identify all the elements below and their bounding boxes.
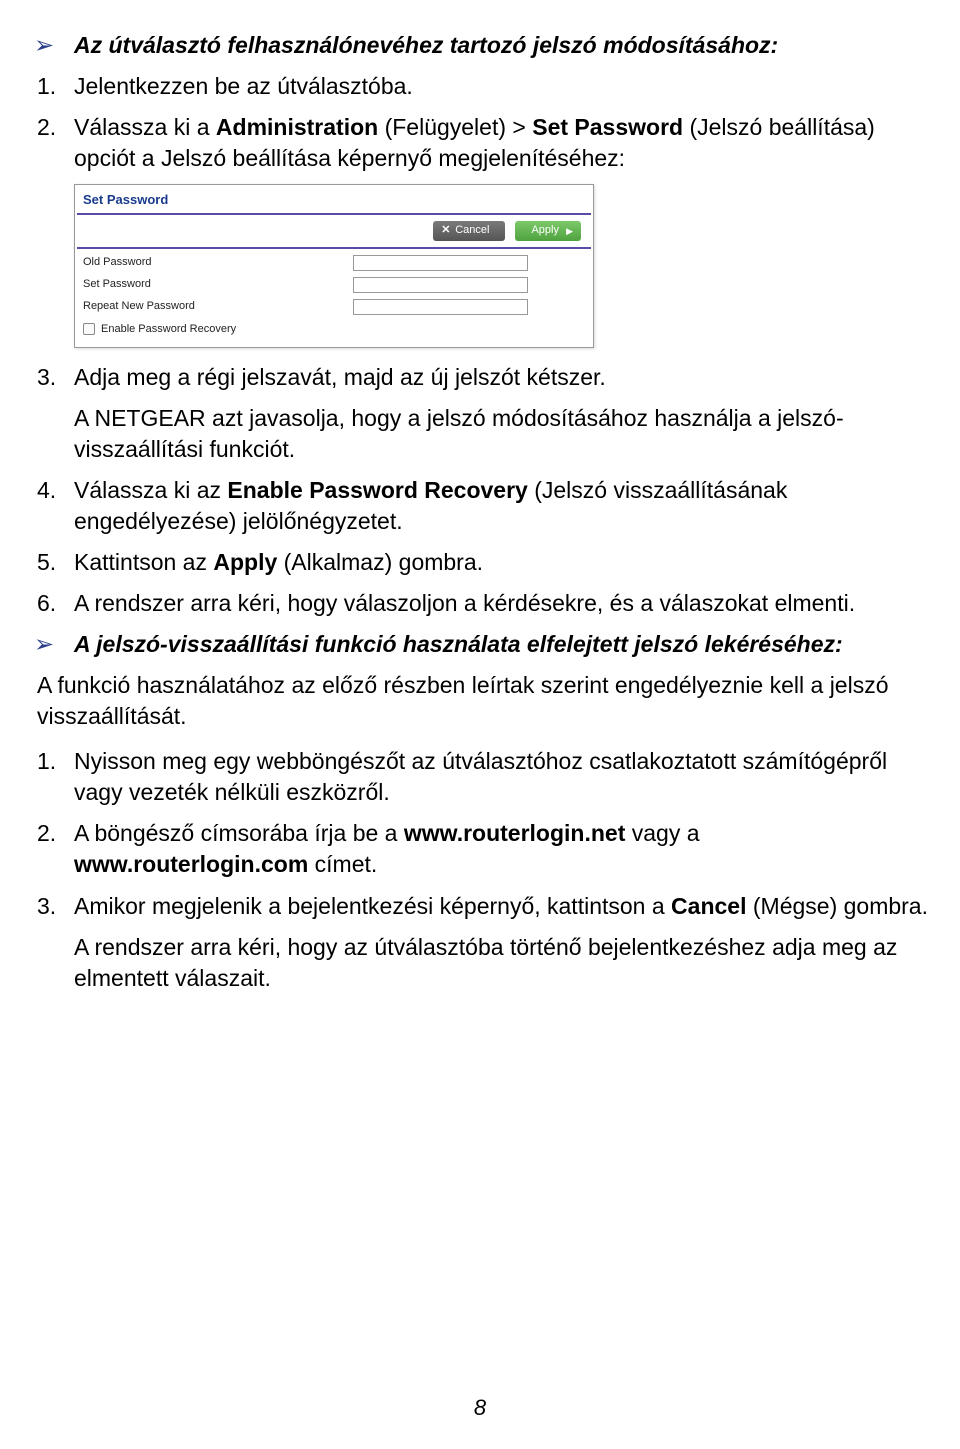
list-text: Válassza ki a Administration (Felügyelet… bbox=[74, 112, 940, 174]
set-password-screenshot: Set Password ✕ Cancel Apply ▶ Old Passwo… bbox=[74, 184, 594, 347]
list-number: 5. bbox=[37, 547, 74, 578]
chevron-right-icon: ➢ bbox=[34, 629, 74, 660]
panel-title: Set Password bbox=[75, 185, 593, 213]
checkbox-label: Enable Password Recovery bbox=[101, 322, 236, 337]
cancel-button[interactable]: ✕ Cancel bbox=[433, 221, 505, 241]
close-icon: ✕ bbox=[441, 223, 450, 238]
list-item: 1. Jelentkezzen be az útválasztóba. bbox=[34, 71, 940, 102]
list-number: 6. bbox=[37, 588, 74, 619]
list-text: Jelentkezzen be az útválasztóba. bbox=[74, 71, 940, 102]
list-number: 2. bbox=[37, 818, 74, 880]
list-text: Nyisson meg egy webböngészőt az útválasz… bbox=[74, 746, 940, 808]
list-item: 3. Amikor megjelenik a bejelentkezési ké… bbox=[34, 891, 940, 994]
repeat-password-input[interactable] bbox=[353, 299, 528, 315]
list-number: 3. bbox=[37, 362, 74, 465]
list-item: 2. Válassza ki a Administration (Felügye… bbox=[34, 112, 940, 174]
list-item: 2. A böngésző címsorába írja be a www.ro… bbox=[34, 818, 940, 880]
list-text: Válassza ki az Enable Password Recovery … bbox=[74, 475, 940, 537]
list-number: 1. bbox=[37, 746, 74, 808]
list-number: 1. bbox=[37, 71, 74, 102]
form-body: Old Password Set Password Repeat New Pas… bbox=[75, 249, 593, 347]
list-text: A böngésző címsorába írja be a www.route… bbox=[74, 818, 940, 880]
list-item: 3. Adja meg a régi jelszavát, majd az új… bbox=[34, 362, 940, 465]
checkbox-row: Enable Password Recovery bbox=[83, 322, 585, 337]
paragraph: A funkció használatához az előző részben… bbox=[37, 670, 940, 732]
list-text: A rendszer arra kéri, hogy válaszoljon a… bbox=[74, 588, 940, 619]
list-subtext: A NETGEAR azt javasolja, hogy a jelszó m… bbox=[74, 403, 940, 465]
page-number: 8 bbox=[0, 1393, 960, 1423]
enable-recovery-checkbox[interactable] bbox=[83, 323, 95, 335]
set-password-input[interactable] bbox=[353, 277, 528, 293]
list-item: 4. Válassza ki az Enable Password Recove… bbox=[34, 475, 940, 537]
chevron-right-icon: ➢ bbox=[34, 30, 74, 61]
section-heading: ➢ A jelszó-visszaállítási funkció haszná… bbox=[34, 629, 940, 660]
list-number: 3. bbox=[37, 891, 74, 994]
form-row: Set Password bbox=[83, 274, 585, 296]
list-text: Kattintson az Apply (Alkalmaz) gombra. bbox=[74, 547, 940, 578]
list-item: 6. A rendszer arra kéri, hogy válaszoljo… bbox=[34, 588, 940, 619]
apply-button[interactable]: Apply ▶ bbox=[515, 221, 581, 241]
list-item: 5. Kattintson az Apply (Alkalmaz) gombra… bbox=[34, 547, 940, 578]
list-text: Adja meg a régi jelszavát, majd az új je… bbox=[74, 362, 940, 465]
old-password-input[interactable] bbox=[353, 255, 528, 271]
list-item: 1. Nyisson meg egy webböngészőt az útvál… bbox=[34, 746, 940, 808]
section-heading-text: A jelszó-visszaállítási funkció használa… bbox=[74, 629, 940, 660]
field-label: Old Password bbox=[83, 255, 353, 270]
list-number: 2. bbox=[37, 112, 74, 174]
form-row: Repeat New Password bbox=[83, 296, 585, 318]
button-row: ✕ Cancel Apply ▶ bbox=[75, 215, 593, 247]
section-heading: ➢ Az útválasztó felhasználónevéhez tarto… bbox=[34, 30, 940, 61]
section-heading-text: Az útválasztó felhasználónevéhez tartozó… bbox=[74, 30, 940, 61]
field-label: Repeat New Password bbox=[83, 299, 353, 314]
list-subtext: A rendszer arra kéri, hogy az útválasztó… bbox=[74, 932, 940, 994]
chevron-right-icon: ▶ bbox=[566, 225, 573, 237]
list-number: 4. bbox=[37, 475, 74, 537]
list-text: Amikor megjelenik a bejelentkezési képer… bbox=[74, 891, 940, 994]
form-row: Old Password bbox=[83, 252, 585, 274]
field-label: Set Password bbox=[83, 277, 353, 292]
